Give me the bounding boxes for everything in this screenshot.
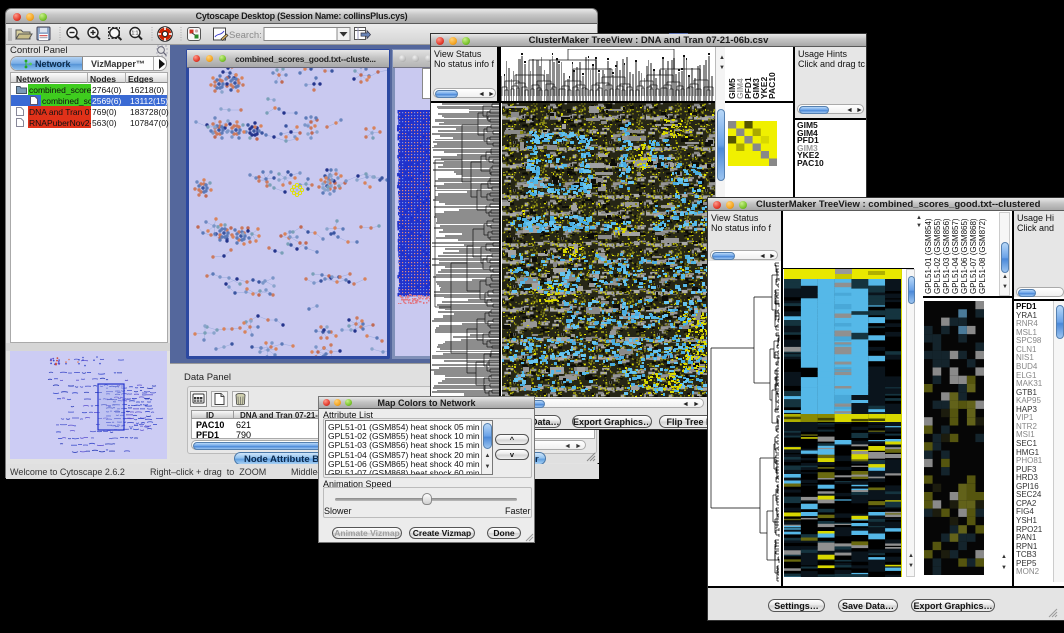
svg-text:PAC10: PAC10 bbox=[767, 72, 777, 99]
svg-text:1:1: 1:1 bbox=[132, 31, 139, 37]
svg-text:Search:: Search: bbox=[229, 30, 262, 41]
